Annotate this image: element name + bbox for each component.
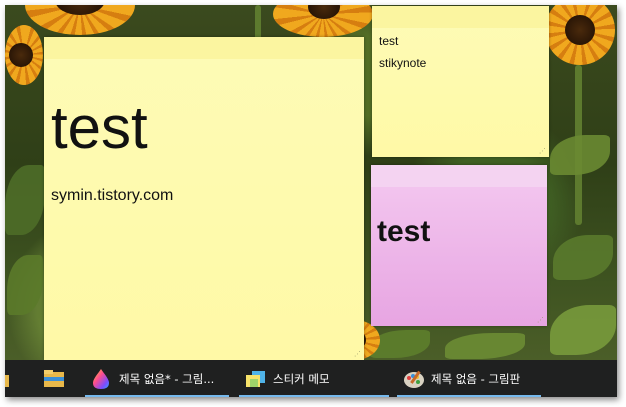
wallpaper-leaf [550, 135, 610, 175]
note-text-line[interactable]: test [379, 34, 398, 48]
sticky-note-pink[interactable]: test ⋰ [371, 165, 547, 326]
note-text-bold[interactable]: test [377, 215, 430, 249]
taskbar-item-label: 제목 없음* - 그림... [119, 372, 215, 386]
sticky-note-large[interactable]: test symin.tistory.com ⋰ [44, 37, 364, 360]
taskbar-item-paint[interactable]: 제목 없음 - 그림판 [397, 360, 541, 397]
file-explorer-folder-icon[interactable] [5, 369, 11, 389]
wallpaper-leaf [445, 333, 525, 359]
paint-icon [403, 368, 425, 390]
note-text-url[interactable]: symin.tistory.com [51, 187, 173, 205]
taskbar-item-sticky-notes[interactable]: 스티커 메모 [239, 360, 389, 397]
resize-grip-icon[interactable]: ⋰ [539, 148, 546, 155]
taskbar: 제목 없음* - 그림... 스티커 메모 제목 없음 - 그림판 [5, 360, 617, 397]
taskbar-item-paint3d[interactable]: 제목 없음* - 그림... [85, 360, 229, 397]
taskbar-item-label: 스티커 메모 [273, 372, 330, 386]
note-title-bar[interactable] [371, 165, 547, 187]
note-title-bar[interactable] [44, 37, 364, 59]
active-indicator [397, 395, 541, 397]
wallpaper-sunflower [5, 25, 43, 85]
active-indicator [85, 395, 229, 397]
active-indicator [239, 395, 389, 397]
wallpaper-sunflower [25, 5, 135, 35]
taskbar-item-label: 제목 없음 - 그림판 [431, 372, 521, 386]
wallpaper-leaf [553, 235, 613, 280]
note-text-heading[interactable]: test [51, 95, 148, 161]
wallpaper-leaf [550, 305, 616, 355]
wallpaper-leaf [7, 255, 43, 315]
sticky-note-small[interactable]: test stikynote ⋰ [372, 6, 549, 157]
file-explorer-icon[interactable] [43, 369, 65, 389]
note-title-bar[interactable] [372, 6, 549, 28]
wallpaper-sunflower [545, 5, 615, 65]
paint-3d-icon [91, 368, 111, 390]
desktop-wallpaper: test symin.tistory.com ⋰ test stikynote … [5, 5, 617, 360]
wallpaper-leaf [5, 165, 45, 235]
screenshot-frame: test symin.tistory.com ⋰ test stikynote … [5, 5, 617, 397]
note-text-line[interactable]: stikynote [379, 56, 426, 70]
sticky-notes-icon [245, 369, 267, 389]
resize-grip-icon[interactable]: ⋰ [354, 351, 361, 358]
wallpaper-sunflower [273, 5, 373, 37]
resize-grip-icon[interactable]: ⋰ [537, 317, 544, 324]
